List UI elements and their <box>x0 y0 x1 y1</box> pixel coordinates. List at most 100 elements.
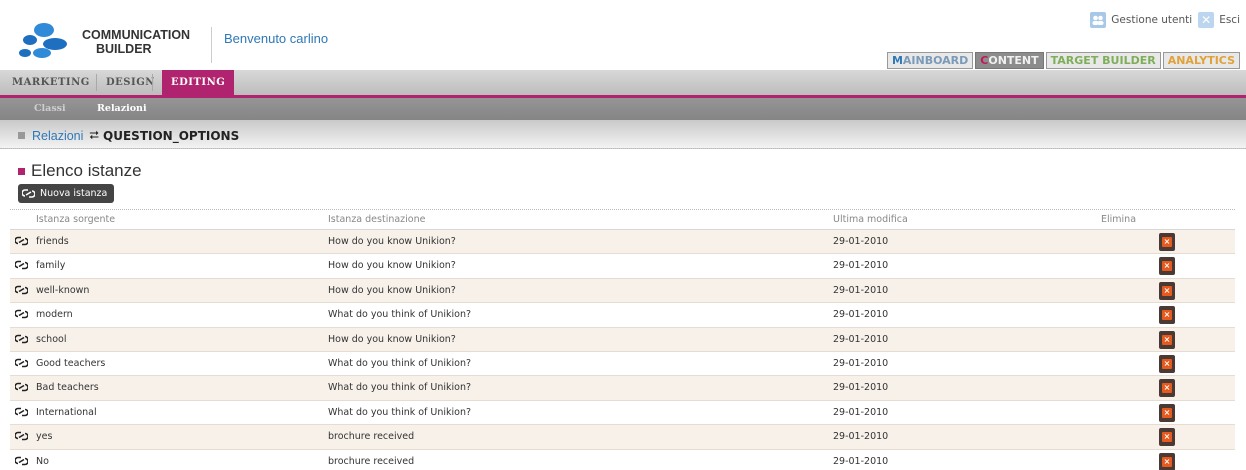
last-modified: 29-01-2010 <box>833 357 889 369</box>
instances-table: Istanza sorgente Istanza destinazione Ul… <box>10 210 1235 470</box>
table-row[interactable]: modern What do you think of Unikion? 29-01… <box>10 303 1235 328</box>
source-instance[interactable]: yes <box>36 431 52 442</box>
destination-instance: What do you think of Unikion? <box>328 309 472 321</box>
table-row[interactable]: Bad teachers What do you think of Unikion… <box>10 376 1235 401</box>
breadcrumb-bullet <box>18 132 25 139</box>
tab-mainboard-initial: M <box>891 54 903 67</box>
exit-icon: ✕ <box>1198 12 1215 28</box>
delete-icon: × <box>1162 456 1172 467</box>
last-modified: 29-01-2010 <box>833 260 889 272</box>
destination-instance: How do you know Unikion? <box>328 236 456 247</box>
nav-divider <box>152 74 153 91</box>
main-nav: MARKETING DESIGN EDITING <box>0 70 1246 95</box>
source-instance[interactable]: Good teachers <box>36 358 105 369</box>
destination-instance: What do you think of Unikion? <box>328 382 472 394</box>
table-row[interactable]: well-known How do you know Unikion? 29-01-… <box>10 278 1235 304</box>
delete-icon: × <box>1162 383 1172 394</box>
delete-button[interactable]: × <box>1159 330 1175 349</box>
user-management-link[interactable]: Gestione utenti <box>1090 12 1192 28</box>
brand-line1: COMMUNICATION <box>82 28 191 42</box>
link-icon <box>15 383 28 392</box>
delete-button[interactable]: × <box>1159 403 1175 422</box>
logout-link[interactable]: ✕ Esci <box>1198 12 1240 28</box>
delete-button[interactable]: × <box>1159 428 1175 447</box>
subnav-relazioni[interactable]: Relazioni <box>97 98 147 120</box>
tab-content[interactable]: CONTENT <box>975 52 1044 69</box>
tab-content-label: ONTENT <box>988 54 1039 67</box>
logout-label: Esci <box>1219 14 1240 26</box>
breadcrumb: Relazioni ⮂ QUESTION_OPTIONS <box>18 128 239 143</box>
last-modified: 29-01-2010 <box>833 431 889 443</box>
table-header: Istanza sorgente Istanza destinazione Ul… <box>10 210 1235 230</box>
sub-nav: Classi Relazioni <box>0 98 1246 120</box>
brand-name: COMMUNICATION BUILDER <box>82 28 190 56</box>
welcome-text: Benvenuto carlino <box>224 31 329 46</box>
subnav-classi[interactable]: Classi <box>34 98 66 120</box>
delete-button[interactable]: × <box>1159 452 1175 470</box>
destination-instance: What do you think of Unikion? <box>328 357 472 369</box>
nav-editing[interactable]: EDITING <box>162 70 235 95</box>
tab-analytics-initial: A <box>1167 54 1177 67</box>
table-row[interactable]: yes brochure received 29-01-2010 × <box>10 425 1235 450</box>
delete-icon: × <box>1162 407 1172 418</box>
nav-design[interactable]: DESIGN <box>106 70 155 95</box>
delete-icon: × <box>1162 310 1172 321</box>
brand-line2: BUILDER <box>96 42 152 56</box>
delete-button[interactable]: × <box>1159 354 1175 373</box>
delete-icon: × <box>1162 334 1172 345</box>
table-row[interactable]: friends How do you know Unikion? 29-01-201… <box>10 230 1235 255</box>
delete-button[interactable]: × <box>1159 306 1175 325</box>
tab-target-builder[interactable]: TARGET BUILDER <box>1045 52 1161 69</box>
source-instance[interactable]: Bad teachers <box>36 382 99 393</box>
last-modified: 29-01-2010 <box>833 236 889 247</box>
delete-button[interactable]: × <box>1159 281 1175 300</box>
header: COMMUNICATION BUILDER Benvenuto carlino … <box>0 0 1246 70</box>
new-instance-button[interactable]: Nuova istanza <box>18 184 115 203</box>
table-row[interactable]: No brochure received 29-01-2010 × <box>10 449 1235 470</box>
tab-target-builder-label: ARGET BUILDER <box>1057 54 1156 67</box>
destination-instance: What do you think of Unikion? <box>328 406 472 418</box>
app-tabs: MAINBOARD CONTENT TARGET BUILDER ANALYTI… <box>886 52 1240 69</box>
link-icon <box>15 285 28 295</box>
source-instance[interactable]: No <box>36 456 49 467</box>
source-instance[interactable]: modern <box>36 309 73 320</box>
table-row[interactable]: family How do you know Unikion? 29-01-2010… <box>10 254 1235 279</box>
source-instance[interactable]: family <box>36 260 65 271</box>
source-instance[interactable]: well-known <box>36 285 89 296</box>
table-row[interactable]: International What do you think of Unikio… <box>10 400 1235 426</box>
source-instance[interactable]: school <box>36 334 66 345</box>
link-icon <box>15 358 28 368</box>
delete-button[interactable]: × <box>1159 233 1175 251</box>
header-modified[interactable]: Ultima modifica <box>833 214 908 225</box>
header-delete: Elimina <box>1101 214 1137 225</box>
delete-icon: × <box>1162 358 1172 369</box>
link-icon <box>15 309 28 319</box>
destination-instance: brochure received <box>328 455 415 467</box>
breadcrumb-link-relazioni[interactable]: Relazioni <box>32 129 83 143</box>
delete-icon: × <box>1162 261 1172 272</box>
nav-divider <box>96 74 97 91</box>
header-divider <box>211 27 212 63</box>
last-modified: 29-01-2010 <box>833 406 889 418</box>
users-icon <box>1090 12 1107 28</box>
link-icon <box>15 261 28 270</box>
delete-button[interactable]: × <box>1159 257 1175 276</box>
table-row[interactable]: school How do you know Unikion? 29-01-2010… <box>10 327 1235 352</box>
header-destination[interactable]: Istanza destinazione <box>328 214 425 225</box>
delete-button[interactable]: × <box>1159 379 1175 398</box>
source-instance[interactable]: friends <box>36 236 69 247</box>
link-icon: ⮂ <box>89 128 100 142</box>
link-icon <box>22 189 35 198</box>
delete-icon: × <box>1162 237 1172 247</box>
source-instance[interactable]: International <box>36 407 97 418</box>
link-icon <box>15 407 28 417</box>
last-modified: 29-01-2010 <box>833 309 889 321</box>
link-icon <box>15 456 28 465</box>
header-source[interactable]: Istanza sorgente <box>36 214 115 225</box>
tab-analytics[interactable]: ANALYTICS <box>1162 52 1240 69</box>
destination-instance: How do you know Unikion? <box>328 284 456 296</box>
tab-mainboard[interactable]: MAINBOARD <box>886 52 974 69</box>
table-row[interactable]: Good teachers What do you think of Unikio… <box>10 351 1235 377</box>
nav-marketing[interactable]: MARKETING <box>12 70 90 95</box>
user-management-label: Gestione utenti <box>1111 14 1193 26</box>
